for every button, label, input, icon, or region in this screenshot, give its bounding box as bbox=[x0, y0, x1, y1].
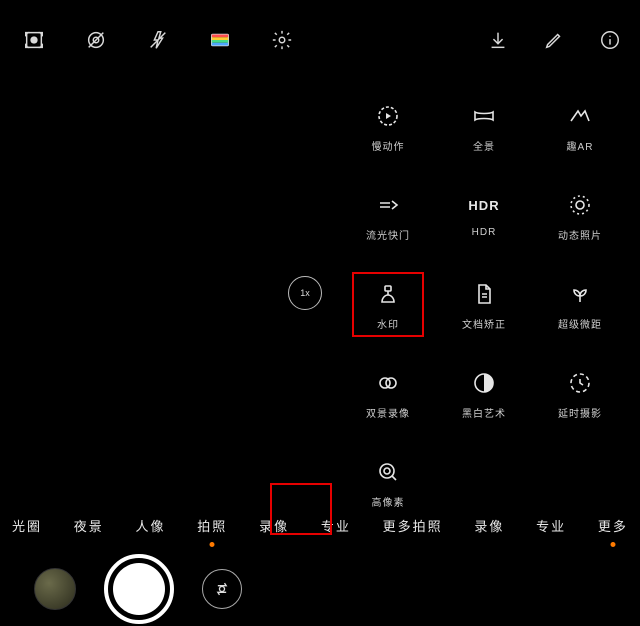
download-icon[interactable] bbox=[486, 28, 510, 52]
edit-icon[interactable] bbox=[542, 28, 566, 52]
zoom-dots-top bbox=[304, 230, 307, 270]
flash-off-icon[interactable] bbox=[146, 28, 170, 52]
mode-aperture[interactable]: 光圈 bbox=[10, 514, 44, 545]
mode-more1[interactable]: 更多拍照 bbox=[381, 514, 445, 545]
zoom-ring[interactable]: 1x bbox=[288, 276, 322, 310]
mode-pro2[interactable]: 专业 bbox=[534, 514, 568, 545]
metering-icon[interactable] bbox=[22, 28, 46, 52]
feature-timelapse[interactable]: 延时摄影 bbox=[532, 363, 628, 424]
feature-grid: 慢动作 全景 趣AR 流光快门 HDR HDR 动态照片 水印 文档矫正 超级微… bbox=[340, 96, 628, 513]
gallery-thumbnail[interactable] bbox=[34, 568, 76, 610]
docscan-icon bbox=[470, 280, 498, 308]
panorama-icon bbox=[470, 102, 498, 130]
dualview-icon bbox=[374, 369, 402, 397]
feature-label: HDR bbox=[472, 227, 497, 238]
hires-icon bbox=[374, 458, 402, 486]
feature-panorama[interactable]: 全景 bbox=[436, 96, 532, 157]
lightpaint-icon bbox=[374, 191, 402, 219]
zoom-control[interactable]: 1x bbox=[288, 230, 322, 356]
ar-icon bbox=[566, 102, 594, 130]
feature-label: 延时摄影 bbox=[558, 405, 602, 420]
feature-livephoto[interactable]: 动态照片 bbox=[532, 185, 628, 246]
bw-icon bbox=[470, 369, 498, 397]
feature-docscan[interactable]: 文档矫正 bbox=[436, 274, 532, 335]
settings-icon[interactable] bbox=[270, 28, 294, 52]
mode-night[interactable]: 夜景 bbox=[72, 514, 106, 545]
feature-hdr[interactable]: HDR HDR bbox=[436, 185, 532, 246]
hdr-icon: HDR bbox=[470, 191, 498, 219]
mode-pro[interactable]: 专业 bbox=[319, 514, 353, 545]
feature-label: 高像素 bbox=[372, 494, 405, 509]
feature-slowmo[interactable]: 慢动作 bbox=[340, 96, 436, 157]
feature-label: 超级微距 bbox=[558, 316, 602, 331]
feature-label: 流光快门 bbox=[366, 227, 410, 242]
macro-icon bbox=[566, 280, 594, 308]
mode-strip: 光圈 夜景 人像 拍照 录像 专业 更多拍照 录像 专业 更多 bbox=[0, 514, 640, 545]
mode-video2[interactable]: 录像 bbox=[472, 514, 506, 545]
feature-macro[interactable]: 超级微距 bbox=[532, 274, 628, 335]
top-toolbar-right bbox=[486, 28, 640, 52]
camera-switch-button[interactable] bbox=[202, 569, 242, 609]
watermark-icon bbox=[374, 280, 402, 308]
shutter-button[interactable] bbox=[104, 554, 174, 624]
feature-label: 全景 bbox=[473, 138, 495, 153]
feature-label: 水印 bbox=[377, 316, 399, 331]
feature-label: 动态照片 bbox=[558, 227, 602, 242]
feature-lightpaint[interactable]: 流光快门 bbox=[340, 185, 436, 246]
slowmo-icon bbox=[374, 102, 402, 130]
mode-more2[interactable]: 更多 bbox=[596, 514, 630, 545]
filter-icon[interactable] bbox=[208, 28, 232, 52]
zoom-dots-bottom bbox=[304, 316, 307, 356]
livephoto-icon bbox=[566, 191, 594, 219]
feature-label: 双景录像 bbox=[366, 405, 410, 420]
feature-dualview[interactable]: 双景录像 bbox=[340, 363, 436, 424]
feature-watermark[interactable]: 水印 bbox=[340, 274, 436, 335]
shutter-inner bbox=[113, 563, 165, 615]
mode-video[interactable]: 录像 bbox=[257, 514, 291, 545]
feature-label: 黑白艺术 bbox=[462, 405, 506, 420]
top-toolbar-left bbox=[0, 28, 294, 52]
feature-ar[interactable]: 趣AR bbox=[532, 96, 628, 157]
feature-label: 文档矫正 bbox=[462, 316, 506, 331]
ai-off-icon[interactable] bbox=[84, 28, 108, 52]
feature-label: 趣AR bbox=[567, 138, 594, 153]
feature-label: 慢动作 bbox=[372, 138, 405, 153]
mode-photo[interactable]: 拍照 bbox=[195, 514, 229, 545]
top-toolbar bbox=[0, 28, 640, 52]
mode-portrait[interactable]: 人像 bbox=[134, 514, 168, 545]
feature-hires[interactable]: 高像素 bbox=[340, 452, 436, 513]
timelapse-icon bbox=[566, 369, 594, 397]
feature-bw[interactable]: 黑白艺术 bbox=[436, 363, 532, 424]
shutter-row bbox=[0, 554, 330, 624]
info-icon[interactable] bbox=[598, 28, 622, 52]
